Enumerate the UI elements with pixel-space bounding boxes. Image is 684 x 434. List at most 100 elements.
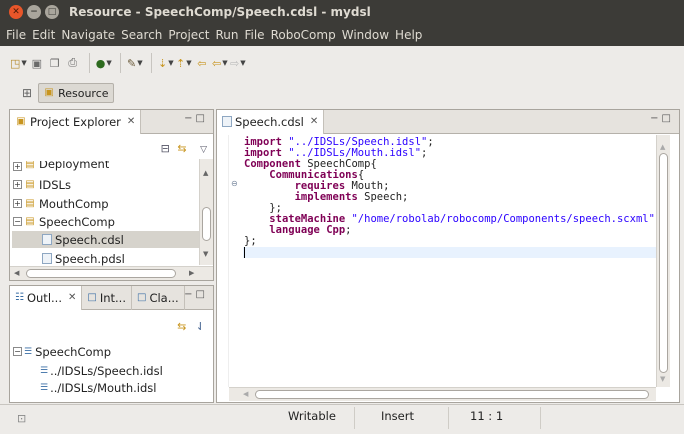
tree-item-mouthcomp[interactable]: + ▤ MouthComp xyxy=(13,195,109,212)
code-line[interactable]: language Cpp; xyxy=(244,225,661,236)
menu-search[interactable]: Search xyxy=(118,28,165,42)
code-editor[interactable]: import "../IDSLs/Speech.idsl"; import "..… xyxy=(244,137,661,247)
tree-item-speech-cdsl[interactable]: Speech.cdsl xyxy=(12,231,200,248)
scroll-right-arrow-icon[interactable]: ▶ xyxy=(189,269,194,277)
scrollbar-thumb[interactable] xyxy=(26,269,176,278)
menu-edit[interactable]: Edit xyxy=(29,28,58,42)
tab-outline[interactable]: ☷ Outl... ✕ xyxy=(10,285,83,310)
menu-navigate[interactable]: Navigate xyxy=(58,28,118,42)
maximize-window-icon[interactable]: □ xyxy=(45,5,59,19)
minimize-window-icon[interactable]: − xyxy=(27,5,41,19)
tree-item-label: SpeechComp xyxy=(39,214,115,229)
save-all-icon[interactable]: ❐ xyxy=(47,53,63,73)
code-text: }; xyxy=(244,235,257,247)
last-edit-icon[interactable]: ⇦ xyxy=(194,53,210,73)
menu-file-2[interactable]: File xyxy=(241,28,267,42)
tree-item-label: Speech.pdsl xyxy=(55,251,125,266)
main-toolbar: ◳ ▼ ▣ ❐ ⎙ ● ▼ ✎ ▼ ⇣ ▼ ⇡ ▼ ⇦ ⇦ ▼ ⇨ ▼ xyxy=(0,46,684,80)
sort-alphabetically-icon[interactable]: ⇃ xyxy=(196,320,205,333)
previous-annotation-icon[interactable]: ⇡ ▼ xyxy=(176,53,192,73)
current-line-highlight xyxy=(243,247,657,258)
editor-horizontal-scrollbar[interactable]: ◀ xyxy=(229,387,656,401)
tree-item-label: MouthComp xyxy=(39,196,109,211)
code-keyword: Cpp xyxy=(326,224,346,236)
run-icon[interactable]: ● ▼ xyxy=(96,53,112,73)
close-tab-icon[interactable]: ✕ xyxy=(68,292,76,303)
editor-ruler xyxy=(217,135,229,387)
next-annotation-icon[interactable]: ⇣ ▼ xyxy=(158,53,174,73)
scroll-up-arrow-icon[interactable]: ▲ xyxy=(660,143,665,151)
project-folder-icon: ▤ xyxy=(25,178,35,190)
scroll-up-arrow-icon[interactable]: ▲ xyxy=(203,169,208,177)
file-icon xyxy=(222,116,232,127)
tree-item-deployment[interactable]: + ▤ Deployment xyxy=(13,161,109,171)
tree-item-speech-pdsl[interactable]: Speech.pdsl xyxy=(42,250,125,267)
menu-file[interactable]: File xyxy=(3,28,29,42)
menu-help[interactable]: Help xyxy=(392,28,425,42)
outline-view-toolbar: ⇆ ⇃ xyxy=(177,320,205,333)
tab-interfaces-label: Int... xyxy=(99,290,126,305)
scrollbar-thumb[interactable] xyxy=(202,207,211,241)
tree-item-idsls[interactable]: + ▤ IDSLs xyxy=(13,176,71,193)
scrollbar-thumb[interactable] xyxy=(255,390,649,399)
new-icon[interactable]: ◳ ▼ xyxy=(10,53,27,73)
expand-toggle-icon[interactable]: + xyxy=(13,162,22,171)
tree-item-speechcomp[interactable]: − ▤ SpeechComp xyxy=(13,213,115,230)
status-writable: Writable xyxy=(288,409,336,423)
project-explorer-horizontal-scrollbar[interactable]: ◀ ▶ xyxy=(10,266,213,280)
file-icon xyxy=(42,234,52,245)
expand-toggle-icon[interactable]: + xyxy=(13,180,22,189)
link-with-editor-icon[interactable]: ⇆ xyxy=(177,142,186,155)
import-icon: ☰ xyxy=(40,365,49,376)
scroll-left-arrow-icon[interactable]: ◀ xyxy=(14,269,19,277)
fold-collapse-icon[interactable]: ⊖ xyxy=(231,179,238,188)
tab-speech-cdsl[interactable]: Speech.cdsl ✕ xyxy=(217,109,325,134)
forward-icon[interactable]: ⇨ ▼ xyxy=(230,53,246,73)
outline-item-speech-idsl[interactable]: ☰ ../IDSLs/Speech.idsl xyxy=(40,362,163,379)
close-tab-icon[interactable]: ✕ xyxy=(310,116,318,127)
menu-window[interactable]: Window xyxy=(339,28,392,42)
view-min-max-controls[interactable]: −□ xyxy=(184,113,208,124)
outline-item-speechcomp[interactable]: − ☰ SpeechComp xyxy=(13,343,111,360)
tab-classes[interactable]: □ Cla... xyxy=(132,285,185,310)
menu-robocomp[interactable]: RoboComp xyxy=(268,28,339,42)
back-icon[interactable]: ⇦ ▼ xyxy=(212,53,228,73)
scroll-down-arrow-icon[interactable]: ▼ xyxy=(203,250,208,258)
collapse-all-icon[interactable]: ⊟ xyxy=(161,142,170,155)
close-tab-icon[interactable]: ✕ xyxy=(127,116,135,127)
scroll-down-arrow-icon[interactable]: ▼ xyxy=(660,375,665,383)
expand-toggle-icon[interactable]: + xyxy=(13,199,22,208)
collapse-toggle-icon[interactable]: − xyxy=(13,347,22,356)
perspective-resource-button[interactable]: ▣ Resource xyxy=(38,83,114,103)
code-line[interactable]: }; xyxy=(244,236,661,247)
close-window-icon[interactable]: ✕ xyxy=(9,5,23,19)
outline-item-mouth-idsl[interactable]: ☰ ../IDSLs/Mouth.idsl xyxy=(40,379,156,396)
project-explorer-panel: ▣ Project Explorer ✕ −□ ⊟ ⇆ ▽ + ▤ Deploy… xyxy=(9,109,214,281)
toolbar-separator xyxy=(88,53,90,73)
project-explorer-icon: ▣ xyxy=(16,115,26,127)
toolbar-separator xyxy=(119,53,121,73)
project-explorer-vertical-scrollbar[interactable]: ▲ ▼ xyxy=(199,159,213,265)
tab-project-explorer-label: Project Explorer xyxy=(30,114,121,129)
scroll-left-arrow-icon[interactable]: ◀ xyxy=(243,390,248,398)
view-min-max-controls[interactable]: −□ xyxy=(650,113,674,124)
print-icon[interactable]: ⎙ xyxy=(65,53,81,73)
tab-interfaces[interactable]: □ Int... xyxy=(82,285,132,310)
tab-project-explorer[interactable]: ▣ Project Explorer ✕ xyxy=(10,109,142,134)
fast-view-icon[interactable]: ⊡ xyxy=(17,412,26,425)
scrollbar-thumb[interactable] xyxy=(659,153,668,373)
tab-editor-label: Speech.cdsl xyxy=(235,114,304,129)
editor-tabbar: Speech.cdsl ✕ −□ xyxy=(217,109,679,134)
view-min-max-controls[interactable]: −□ xyxy=(184,289,208,300)
edit-icon[interactable]: ✎ ▼ xyxy=(127,53,143,73)
collapse-toggle-icon[interactable]: − xyxy=(13,217,22,226)
link-with-editor-icon[interactable]: ⇆ xyxy=(177,320,186,333)
menu-run[interactable]: Run xyxy=(212,28,241,42)
open-perspective-icon[interactable]: ⊞ xyxy=(22,86,32,100)
menu-project[interactable]: Project xyxy=(165,28,212,42)
status-divider xyxy=(354,407,355,429)
view-menu-icon[interactable]: ▽ xyxy=(200,145,207,155)
save-icon[interactable]: ▣ xyxy=(29,53,45,73)
editor-vertical-scrollbar[interactable]: ▲ ▼ xyxy=(656,135,670,387)
code-line[interactable]: implements Speech; xyxy=(244,192,661,203)
